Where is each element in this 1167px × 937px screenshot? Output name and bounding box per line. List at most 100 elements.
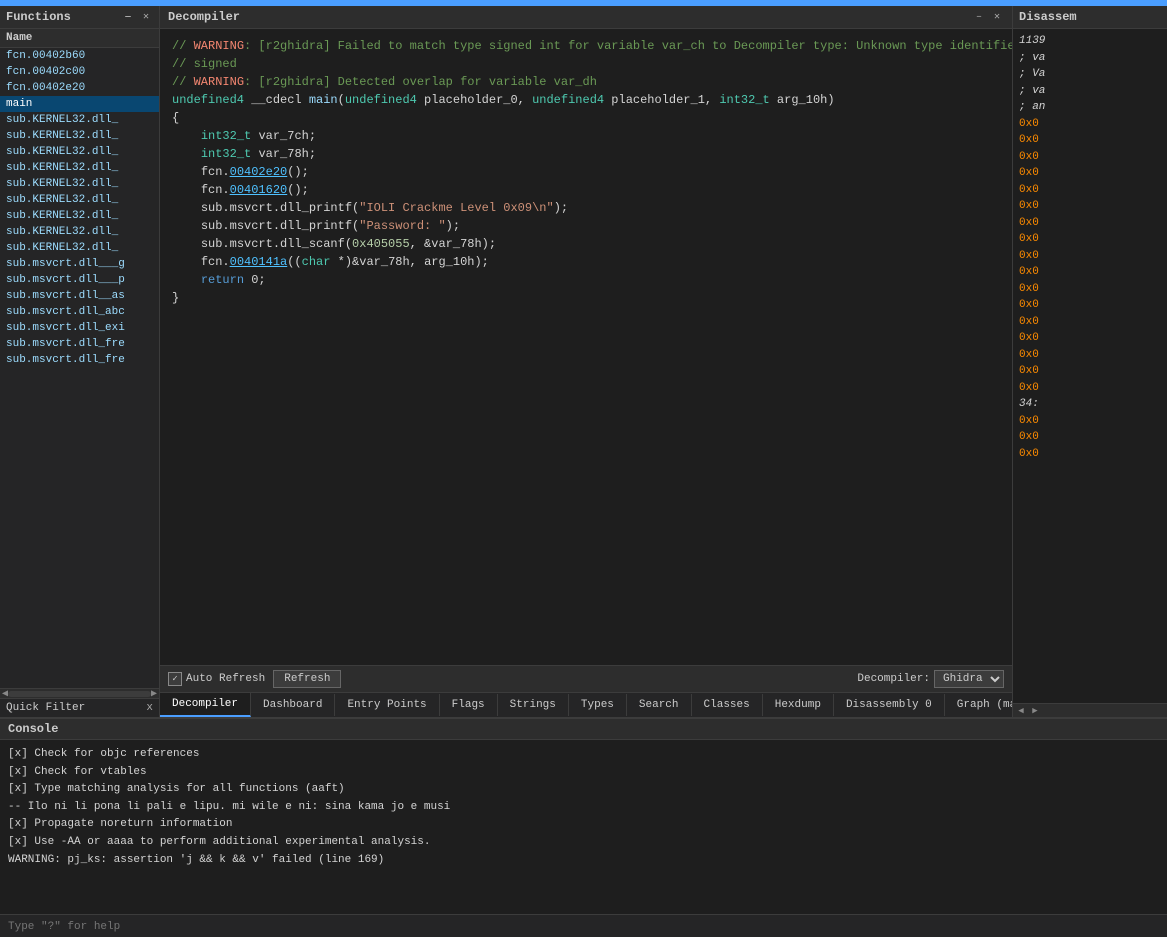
asm-scroll-right[interactable]: ▶: [1029, 705, 1041, 717]
functions-bottom: Quick Filter x: [0, 698, 159, 717]
decompiler-title: Decompiler: [168, 10, 240, 24]
main-layout: Functions ‒ ✕ Name fcn.00402b60fcn.00402…: [0, 6, 1167, 717]
tab-entry-points[interactable]: Entry Points: [335, 694, 439, 716]
asm-line: 0x0: [1019, 165, 1161, 182]
function-item[interactable]: fcn.00402e20: [0, 80, 159, 96]
tab-flags[interactable]: Flags: [440, 694, 498, 716]
asm-line: ; an: [1019, 99, 1161, 116]
function-item[interactable]: sub.msvcrt.dll_fre: [0, 352, 159, 368]
code-line: // WARNING: [r2ghidra] Failed to match t…: [172, 37, 1000, 55]
asm-line: 0x0: [1019, 264, 1161, 281]
tab-dashboard[interactable]: Dashboard: [251, 694, 335, 716]
decompiler-minimize-icon[interactable]: ‒: [972, 10, 986, 24]
asm-line: 0x0: [1019, 231, 1161, 248]
function-item[interactable]: sub.msvcrt.dll___p: [0, 272, 159, 288]
functions-list[interactable]: fcn.00402b60fcn.00402c00fcn.00402e20main…: [0, 48, 159, 688]
asm-line: ; Va: [1019, 66, 1161, 83]
tab-decompiler[interactable]: Decompiler: [160, 693, 251, 717]
functions-hscrollbar[interactable]: ◀ ▶: [0, 688, 159, 698]
asm-line: 0x0: [1019, 314, 1161, 331]
tab-hexdump[interactable]: Hexdump: [763, 694, 834, 716]
asm-line: 0x0: [1019, 297, 1161, 314]
refresh-button[interactable]: Refresh: [273, 670, 341, 688]
function-item[interactable]: fcn.00402c00: [0, 64, 159, 80]
function-item[interactable]: sub.msvcrt.dll___g: [0, 256, 159, 272]
disassembly-title: Disassem: [1019, 10, 1077, 24]
asm-line: 34:: [1019, 396, 1161, 413]
console-input[interactable]: [8, 921, 1159, 933]
code-line: // signed: [172, 55, 1000, 73]
quick-filter-clear[interactable]: x: [146, 702, 153, 714]
asm-line: ; va: [1019, 83, 1161, 100]
console-input-bar: [0, 914, 1167, 937]
console-line: [x] Propagate noreturn information: [8, 816, 1159, 834]
function-item[interactable]: sub.KERNEL32.dll_: [0, 208, 159, 224]
auto-refresh-check[interactable]: ✓ Auto Refresh: [168, 672, 265, 686]
function-item[interactable]: fcn.00402b60: [0, 48, 159, 64]
asm-line: 0x0: [1019, 347, 1161, 364]
functions-col-header: Name: [0, 29, 159, 48]
code-line: sub.msvcrt.dll_printf("IOLI Crackme Leve…: [172, 199, 1000, 217]
asm-line: 0x0: [1019, 330, 1161, 347]
tab-graph-(main)[interactable]: Graph (main): [945, 694, 1012, 716]
functions-close-icon[interactable]: ✕: [139, 10, 153, 24]
function-item[interactable]: sub.KERNEL32.dll_: [0, 224, 159, 240]
auto-refresh-label: Auto Refresh: [186, 673, 265, 685]
code-line: sub.msvcrt.dll_printf("Password: ");: [172, 217, 1000, 235]
decompiler-header: Decompiler ‒ ✕: [160, 6, 1012, 29]
function-item[interactable]: sub.msvcrt.dll_abc: [0, 304, 159, 320]
function-item[interactable]: sub.msvcrt.dll_fre: [0, 336, 159, 352]
asm-line: 1139: [1019, 33, 1161, 50]
functions-header-icons: ‒ ✕: [121, 10, 153, 24]
asm-scroll-left[interactable]: ◀: [1015, 705, 1027, 717]
tab-types[interactable]: Types: [569, 694, 627, 716]
console-output[interactable]: [x] Check for objc references[x] Check f…: [0, 740, 1167, 914]
console-line: [x] Use -AA or aaaa to perform additiona…: [8, 834, 1159, 852]
disassembly-panel: Disassem 1139; va; Va; va; an0x00x00x00x…: [1012, 6, 1167, 717]
tabs-bar: DecompilerDashboardEntry PointsFlagsStri…: [160, 692, 1012, 717]
functions-minimize-icon[interactable]: ‒: [121, 10, 135, 24]
asm-line: ; va: [1019, 50, 1161, 67]
asm-line: 0x0: [1019, 149, 1161, 166]
disassembly-bottom: ◀ ▶: [1013, 703, 1167, 717]
function-item[interactable]: sub.msvcrt.dll_exi: [0, 320, 159, 336]
functions-title: Functions: [6, 10, 71, 24]
tab-disassembly-0[interactable]: Disassembly 0: [834, 694, 945, 716]
asm-line: 0x0: [1019, 116, 1161, 133]
tab-strings[interactable]: Strings: [498, 694, 569, 716]
console-line: WARNING: pj_ks: assertion 'j && k && v' …: [8, 852, 1159, 870]
tab-classes[interactable]: Classes: [692, 694, 763, 716]
function-item[interactable]: sub.KERNEL32.dll_: [0, 240, 159, 256]
console-area: Console [x] Check for objc references[x]…: [0, 717, 1167, 937]
decompiler-close-icon[interactable]: ✕: [990, 10, 1004, 24]
code-line: fcn.00401620();: [172, 181, 1000, 199]
disassembly-code[interactable]: 1139; va; Va; va; an0x00x00x00x00x00x00x…: [1013, 29, 1167, 703]
function-item[interactable]: sub.KERNEL32.dll_: [0, 176, 159, 192]
function-item[interactable]: main: [0, 96, 159, 112]
code-line: return 0;: [172, 271, 1000, 289]
asm-line: 0x0: [1019, 380, 1161, 397]
function-item[interactable]: sub.msvcrt.dll__as: [0, 288, 159, 304]
decompiler-dropdown[interactable]: Ghidra: [934, 670, 1004, 688]
function-item[interactable]: sub.KERNEL32.dll_: [0, 128, 159, 144]
tab-search[interactable]: Search: [627, 694, 692, 716]
asm-line: 0x0: [1019, 446, 1161, 463]
asm-line: 0x0: [1019, 248, 1161, 265]
code-line: {: [172, 109, 1000, 127]
asm-line: 0x0: [1019, 413, 1161, 430]
function-item[interactable]: sub.KERNEL32.dll_: [0, 112, 159, 128]
code-area[interactable]: // WARNING: [r2ghidra] Failed to match t…: [160, 29, 1012, 665]
decompiler-header-icons: ‒ ✕: [972, 10, 1004, 24]
asm-line: 0x0: [1019, 132, 1161, 149]
asm-line: 0x0: [1019, 198, 1161, 215]
auto-refresh-checkbox[interactable]: ✓: [168, 672, 182, 686]
function-item[interactable]: sub.KERNEL32.dll_: [0, 192, 159, 208]
console-line: [x] Type matching analysis for all funct…: [8, 781, 1159, 799]
asm-line: 0x0: [1019, 215, 1161, 232]
function-item[interactable]: sub.KERNEL32.dll_: [0, 144, 159, 160]
console-line: -- Ilo ni li pona li pali e lipu. mi wil…: [8, 799, 1159, 817]
center-area: Decompiler ‒ ✕ // WARNING: [r2ghidra] Fa…: [160, 6, 1012, 717]
functions-panel: Functions ‒ ✕ Name fcn.00402b60fcn.00402…: [0, 6, 160, 717]
asm-line: 0x0: [1019, 363, 1161, 380]
function-item[interactable]: sub.KERNEL32.dll_: [0, 160, 159, 176]
